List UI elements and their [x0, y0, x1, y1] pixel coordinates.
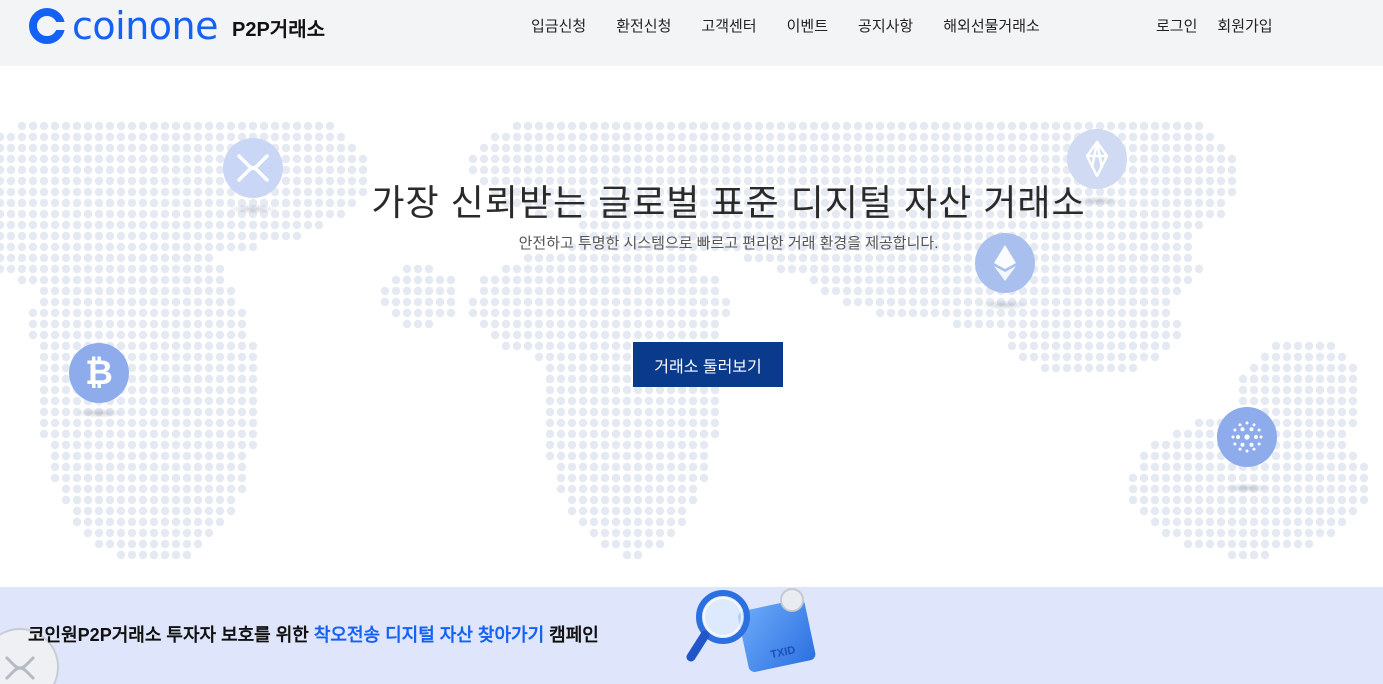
coinone-logo-icon [29, 8, 66, 44]
banner-prefix: 코인원P2P거래소 투자자 보호를 위한 [28, 625, 314, 645]
banner-suffix: 캠페인 [544, 625, 599, 645]
signup-link[interactable]: 회원가입 [1217, 15, 1272, 36]
banner-highlight: 착오전송 디지털 자산 찾아가기 [313, 625, 545, 645]
hero-title: 가장 신뢰받는 글로벌 표준 디지털 자산 거래소 [371, 182, 1086, 223]
bitcoin-icon: ₿ [69, 343, 129, 403]
hero-subtitle: 안전하고 투명한 시스템으로 빠르고 편리한 거래 환경을 제공합니다. [518, 235, 939, 252]
nav-support[interactable]: 고객센터 [701, 15, 756, 36]
cardano-icon [1217, 407, 1277, 467]
hero-section: ₿ 가장 신뢰받는 글로벌 표준 디지털 자산 거래소 안전하고 투명한 시스템… [0, 66, 1383, 587]
main-nav: 입금신청 환전신청 고객센터 이벤트 공지사항 해외선물거래소 [531, 15, 1070, 36]
nav-notice[interactable]: 공지사항 [858, 15, 913, 36]
auth-links: 로그인 회원가입 [1156, 15, 1293, 36]
nav-exchange[interactable]: 환전신청 [616, 15, 671, 36]
banner-text: 코인원P2P거래소 투자자 보호를 위한 착오전송 디지털 자산 찾아가기 캠페… [28, 621, 599, 647]
txid-search-illustration-icon: TXID [686, 588, 816, 672]
brand-logo[interactable]: coinone P2P거래소 [28, 6, 325, 46]
nav-deposit[interactable]: 입금신청 [531, 15, 586, 36]
brand-name: coinone [72, 4, 219, 48]
login-link[interactable]: 로그인 [1156, 15, 1197, 36]
brand-sub: P2P거래소 [232, 18, 326, 41]
explore-exchange-button[interactable]: 거래소 둘러보기 [633, 342, 783, 387]
site-header: coinone P2P거래소 입금신청 환전신청 고객센터 이벤트 공지사항 해… [0, 0, 1383, 66]
nav-futures[interactable]: 해외선물거래소 [943, 15, 1040, 36]
nav-event[interactable]: 이벤트 [787, 15, 828, 36]
campaign-banner[interactable]: 코인원P2P거래소 투자자 보호를 위한 착오전송 디지털 자산 찾아가기 캠페… [0, 587, 1383, 684]
world-map-dots [0, 121, 1369, 560]
